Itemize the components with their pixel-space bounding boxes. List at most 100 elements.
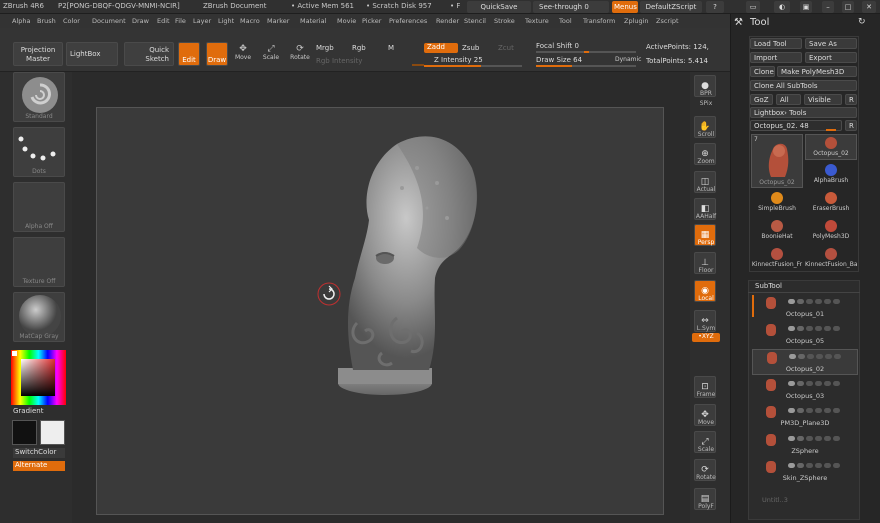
color-picker[interactable] (11, 350, 66, 405)
focal-shift-slider[interactable]: Focal Shift 0 (536, 42, 579, 50)
stroke-thumbnail[interactable]: Dots (13, 127, 65, 177)
draw-button[interactable]: Draw (206, 42, 228, 66)
tool-item[interactable]: BoonieHat (751, 218, 803, 240)
subtool-item[interactable]: Octopus_01 (752, 295, 858, 321)
minimize-icon[interactable]: – (822, 1, 834, 13)
secondary-color-swatch[interactable] (40, 420, 65, 445)
subtool-toggles[interactable] (788, 407, 858, 413)
menu-render[interactable]: Render (436, 17, 459, 25)
clone-button[interactable]: Clone (750, 66, 775, 77)
default-zscript-button[interactable]: DefaultZScript (640, 1, 702, 13)
menu-edit[interactable]: Edit (157, 17, 170, 25)
subtool-header[interactable]: SubTool (755, 282, 782, 290)
menus-button[interactable]: Menus (612, 1, 638, 13)
color-square[interactable] (21, 359, 55, 396)
alpha-thumbnail[interactable]: Alpha Off (13, 182, 65, 232)
edit-button[interactable]: Edit (178, 42, 200, 66)
menu-macro[interactable]: Macro (240, 17, 260, 25)
menu-light[interactable]: Light (218, 17, 234, 25)
menu-picker[interactable]: Picker (362, 17, 381, 25)
menu-document[interactable]: Document (92, 17, 126, 25)
clone-all-subtools-button[interactable]: Clone All SubTools (750, 80, 857, 91)
menu-color[interactable]: Color (63, 17, 80, 25)
current-tool-r-button[interactable]: R (845, 120, 857, 131)
subtool-item[interactable]: ZSphere (752, 432, 858, 458)
tool-item[interactable]: PolyMesh3D (805, 218, 857, 240)
save-as-button[interactable]: Save As (805, 38, 857, 49)
palette-icon[interactable]: ◐ (774, 1, 790, 13)
m-button[interactable]: M (388, 44, 394, 52)
menu-file[interactable]: File (175, 17, 186, 25)
rotate-button[interactable]: ⟳ Rotate (288, 44, 312, 61)
material-thumbnail[interactable]: MatCap Gray (13, 292, 65, 342)
subtool-toggles[interactable] (788, 325, 858, 331)
menu-alpha[interactable]: Alpha (12, 17, 30, 25)
subtool-item[interactable]: PM3D_Plane3D (752, 404, 858, 430)
subtool-toggles[interactable] (788, 298, 858, 304)
texture-thumbnail[interactable]: Texture Off (13, 237, 65, 287)
tool-item[interactable]: EraserBrush (805, 190, 857, 212)
scale-button[interactable]: ⤢ Scale (260, 44, 282, 61)
lightbox-tools-button[interactable]: Lightbox› Tools (750, 107, 857, 118)
tool-thumbnail-large[interactable]: 7 Octopus_02 (751, 134, 803, 188)
close-icon[interactable]: ✕ (862, 1, 876, 13)
menu-layer[interactable]: Layer (193, 17, 211, 25)
subtool-item[interactable]: Octopus_02 (752, 349, 858, 375)
subtool-item[interactable]: Octopus_03 (752, 377, 858, 403)
refresh-icon[interactable]: ↻ (858, 17, 866, 27)
all-button[interactable]: All (776, 94, 801, 105)
tool-item[interactable]: AlphaBrush (805, 162, 857, 184)
subtool-toggles[interactable] (788, 462, 858, 468)
document-canvas[interactable] (96, 107, 664, 515)
menu-movie[interactable]: Movie (337, 17, 356, 25)
menu-transform[interactable]: Transform (583, 17, 615, 25)
menu-draw[interactable]: Draw (132, 17, 149, 25)
rgb-intensity-slider[interactable]: Rgb Intensity (316, 57, 362, 65)
subtool-toggles[interactable] (788, 435, 858, 441)
xyz-button[interactable]: •XYZ (692, 333, 720, 342)
menu-marker[interactable]: Marker (267, 17, 289, 25)
tool-item[interactable]: SimpleBrush (751, 190, 803, 212)
load-tool-button[interactable]: Load Tool (750, 38, 802, 49)
visible-button[interactable]: Visible (804, 94, 842, 105)
menu-preferences[interactable]: Preferences (389, 17, 427, 25)
quicksave-button[interactable]: QuickSave (467, 1, 531, 13)
menu-stencil[interactable]: Stencil (464, 17, 486, 25)
import-button[interactable]: Import (750, 52, 802, 63)
tool-item[interactable]: Octopus_02 (805, 134, 857, 160)
projection-master-button[interactable]: Projection Master (13, 42, 63, 66)
zadd-button[interactable]: Zadd (424, 43, 458, 53)
seethrough-slider[interactable]: See-through 0 (533, 1, 609, 13)
menu-stroke[interactable]: Stroke (494, 17, 515, 25)
rgb-button[interactable]: Rgb (352, 44, 366, 52)
subtool-item[interactable]: Skin_ZSphere (752, 459, 858, 485)
z-intensity-slider[interactable]: Z Intensity 25 (434, 56, 483, 64)
brush-thumbnail[interactable]: Standard (13, 72, 65, 122)
goz-r-button[interactable]: R (845, 94, 857, 105)
draw-size-slider[interactable]: Draw Size 64 (536, 56, 582, 64)
gradient-label[interactable]: Gradient (13, 407, 43, 415)
zcut-button[interactable]: Zcut (498, 44, 514, 52)
maximize-icon[interactable]: □ (842, 1, 854, 13)
menu-zplugin[interactable]: Zplugin (624, 17, 649, 25)
dynamic-toggle[interactable]: Dynamic (615, 56, 641, 63)
tool-palette-title[interactable]: Tool (750, 17, 769, 28)
quick-sketch-button[interactable]: Quick Sketch (124, 42, 174, 66)
menu-texture[interactable]: Texture (525, 17, 549, 25)
primary-color-swatch[interactable] (12, 420, 37, 445)
menu-zscript[interactable]: Zscript (656, 17, 679, 25)
alternate-button[interactable]: Alternate (13, 461, 65, 471)
lightbox-button[interactable]: LightBox (66, 42, 118, 66)
menu-tool[interactable]: Tool (559, 17, 572, 25)
make-polymesh-button[interactable]: Make PolyMesh3D (777, 66, 857, 77)
menu-brush[interactable]: Brush (37, 17, 56, 25)
subtool-item[interactable]: Octopus_05 (752, 322, 858, 348)
switchcolor-button[interactable]: SwitchColor (13, 448, 65, 458)
layout-icon[interactable]: ▭ (746, 1, 760, 13)
menu-material[interactable]: Material (300, 17, 326, 25)
move-button[interactable]: ✥ Move (232, 44, 254, 61)
zsub-button[interactable]: Zsub (462, 44, 479, 52)
help-icon[interactable]: ? (706, 1, 724, 13)
tool-item[interactable]: KinnectFusion_Ba (805, 246, 857, 268)
tool-item[interactable]: KinnectFusion_Fr (751, 246, 803, 268)
